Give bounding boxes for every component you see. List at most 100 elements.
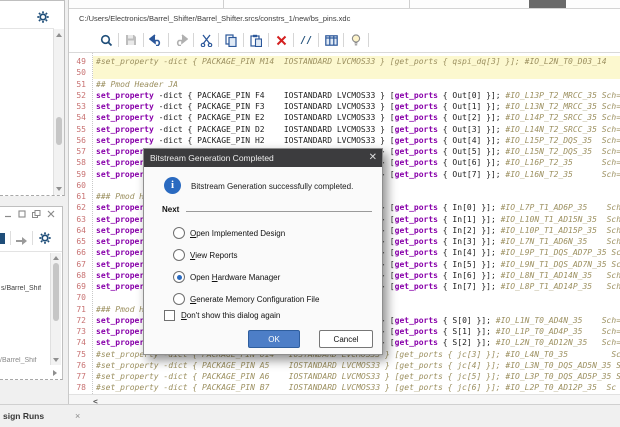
line-number: 77 bbox=[69, 371, 96, 382]
vivado-window: s/Barrel_Shif /Barrel_Shif C:/Users/Elec… bbox=[0, 0, 620, 427]
divider bbox=[32, 231, 33, 245]
dialog-message: Bitstream Generation successfully comple… bbox=[191, 182, 353, 191]
scroll-down-icon[interactable] bbox=[53, 358, 59, 362]
code-line: 51## Pmod Header JA bbox=[69, 79, 620, 90]
line-number: 61 bbox=[69, 191, 96, 202]
toolbar-separator bbox=[268, 33, 269, 47]
light-bulb-icon[interactable] bbox=[349, 33, 363, 47]
radio-option[interactable]: Generate Memory Configuration File bbox=[144, 288, 382, 310]
gear-icon[interactable] bbox=[38, 231, 52, 250]
bottom-tab-bar: sign Runs × bbox=[0, 404, 620, 427]
code-line: 56set_property -dict { PACKAGE_PIN H2 IO… bbox=[69, 135, 620, 146]
partial-tab[interactable] bbox=[529, 0, 566, 8]
vertical-scrollbar[interactable] bbox=[53, 29, 64, 195]
line-number: 57 bbox=[69, 146, 96, 157]
line-number: 73 bbox=[69, 326, 96, 337]
line-number: 68 bbox=[69, 270, 96, 281]
scroll-right-icon[interactable] bbox=[53, 370, 57, 376]
scroll-down-icon[interactable] bbox=[56, 187, 62, 191]
radio-label: View Reports bbox=[190, 251, 237, 260]
redo-icon[interactable] bbox=[174, 33, 188, 47]
cancel-button[interactable]: Cancel bbox=[319, 330, 373, 348]
tab-strip bbox=[69, 0, 620, 9]
sidebar-panel-top bbox=[0, 0, 65, 196]
tab-design-runs[interactable]: sign Runs bbox=[3, 405, 44, 427]
scroll-up-icon[interactable] bbox=[56, 33, 62, 37]
divider bbox=[10, 231, 11, 245]
close-icon[interactable]: × bbox=[75, 405, 80, 427]
line-number: 52 bbox=[69, 90, 96, 101]
paste-icon[interactable] bbox=[249, 33, 263, 47]
toolbar-separator bbox=[143, 33, 144, 47]
line-text: set_property -dict { PACKAGE_PIN H2 IOST… bbox=[96, 135, 620, 146]
line-number: 51 bbox=[69, 79, 96, 90]
dialog-title[interactable]: Bitstream Generation Completed bbox=[144, 149, 382, 167]
run-arrow-icon[interactable] bbox=[15, 233, 28, 251]
toolbar-separator bbox=[343, 33, 344, 47]
toolbar-separator bbox=[293, 33, 294, 47]
float-icon[interactable] bbox=[32, 210, 41, 218]
undo-icon[interactable] bbox=[149, 33, 163, 47]
line-number: 58 bbox=[69, 157, 96, 168]
line-text: #set_property -dict { PACKAGE_PIN M14 IO… bbox=[96, 56, 607, 67]
toolbar-separator bbox=[243, 33, 244, 47]
radio-button[interactable] bbox=[173, 293, 185, 305]
columns-icon[interactable] bbox=[324, 33, 338, 47]
partial-icon[interactable] bbox=[0, 233, 5, 244]
info-icon: i bbox=[164, 177, 181, 194]
vertical-scrollbar[interactable] bbox=[50, 253, 61, 365]
dialog-close-icon[interactable]: ✕ bbox=[369, 149, 377, 167]
close-icon[interactable] bbox=[47, 210, 55, 218]
line-number: 62 bbox=[69, 202, 96, 213]
radio-option[interactable]: Open Implemented Design bbox=[144, 222, 382, 244]
gear-icon[interactable] bbox=[36, 10, 50, 29]
radio-button[interactable] bbox=[173, 249, 185, 261]
radio-label: Open Hardware Manager bbox=[190, 273, 280, 282]
dont-show-again-row[interactable]: Don't show this dialog again bbox=[164, 309, 280, 322]
console-path-text: s/Barrel_Shif bbox=[1, 285, 49, 292]
horizontal-scrollbar[interactable]: < bbox=[69, 394, 620, 404]
line-number: 59 bbox=[69, 169, 96, 180]
checkbox-label: Don't show this dialog again bbox=[181, 311, 280, 320]
line-number: 64 bbox=[69, 225, 96, 236]
toggle-comment-icon[interactable]: // bbox=[299, 33, 313, 47]
line-text: #set_property -dict { PACKAGE_PIN B7 IOS… bbox=[96, 382, 616, 393]
copy-icon[interactable] bbox=[224, 33, 238, 47]
maximize-icon[interactable] bbox=[18, 210, 26, 218]
radio-button[interactable] bbox=[173, 227, 185, 239]
line-number: 69 bbox=[69, 281, 96, 292]
ok-button[interactable]: OK bbox=[248, 330, 300, 348]
checkbox[interactable] bbox=[164, 310, 175, 321]
code-line: 54set_property -dict { PACKAGE_PIN E2 IO… bbox=[69, 112, 620, 123]
radio-button[interactable] bbox=[173, 271, 185, 283]
minimize-icon[interactable] bbox=[4, 210, 12, 218]
code-line: 53set_property -dict { PACKAGE_PIN F3 IO… bbox=[69, 101, 620, 112]
line-number: 75 bbox=[69, 349, 96, 360]
line-number: 74 bbox=[69, 337, 96, 348]
line-number: 71 bbox=[69, 304, 96, 315]
toolbar-separator bbox=[118, 33, 119, 47]
line-number: 66 bbox=[69, 247, 96, 258]
save-icon[interactable] bbox=[124, 33, 138, 47]
cut-icon[interactable] bbox=[199, 33, 213, 47]
delete-icon[interactable] bbox=[274, 33, 288, 47]
scroll-up-icon[interactable] bbox=[53, 256, 59, 260]
line-text: set_property -dict { PACKAGE_PIN F3 IOST… bbox=[96, 101, 620, 112]
line-text: set_property -dict { PACKAGE_PIN E2 IOST… bbox=[96, 112, 620, 123]
file-path-bar: C:/Users/Electronics/Barrel_Shifter/Barr… bbox=[69, 9, 620, 28]
search-icon[interactable] bbox=[99, 33, 113, 47]
line-number: 56 bbox=[69, 135, 96, 146]
scrollbar-thumb[interactable] bbox=[56, 117, 62, 145]
scroll-left-icon[interactable]: < bbox=[93, 397, 98, 404]
line-number: 72 bbox=[69, 315, 96, 326]
line-text: set_property -dict { PACKAGE_PIN D2 IOST… bbox=[96, 124, 620, 135]
line-text: #set_property -dict { PACKAGE_PIN A5 IOS… bbox=[96, 360, 620, 371]
radio-option[interactable]: View Reports bbox=[144, 244, 382, 266]
scrollbar-thumb[interactable] bbox=[53, 263, 59, 321]
toolbar-separator bbox=[368, 33, 369, 47]
line-number: 60 bbox=[69, 180, 96, 191]
toolbar-separator bbox=[168, 33, 169, 47]
divider bbox=[186, 211, 372, 212]
radio-option[interactable]: Open Hardware Manager bbox=[144, 266, 382, 288]
toolbar-separator bbox=[318, 33, 319, 47]
